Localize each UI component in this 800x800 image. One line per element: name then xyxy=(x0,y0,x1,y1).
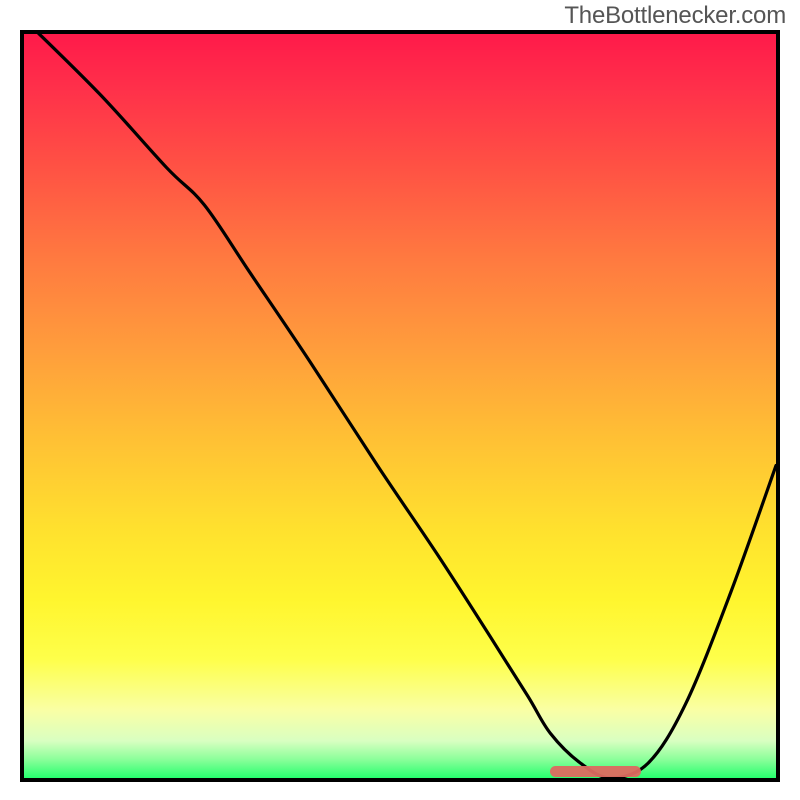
plot-area xyxy=(20,30,780,782)
watermark-text: TheBottlenecker.com xyxy=(564,2,786,30)
chart-container: TheBottlenecker.com xyxy=(0,0,800,800)
optimal-range-marker xyxy=(550,766,640,777)
bottleneck-curve xyxy=(24,34,776,778)
